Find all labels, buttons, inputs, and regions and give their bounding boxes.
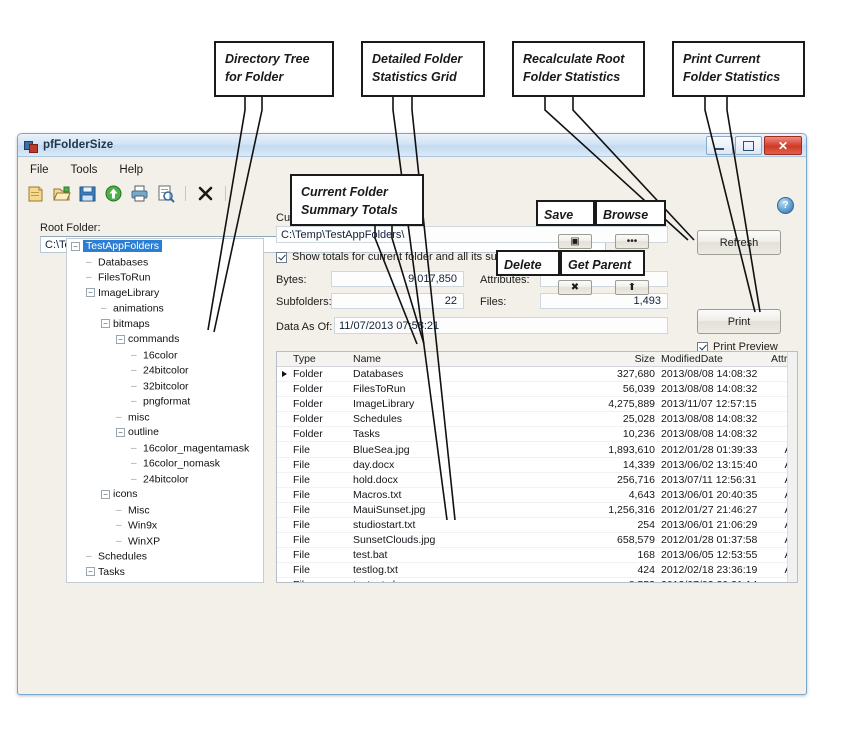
callout-line: Statistics Grid — [372, 70, 457, 85]
callout-line: Save — [544, 208, 574, 222]
callout-print-current: Print Current Folder Statistics — [672, 41, 805, 97]
callout-line: Print Current — [683, 52, 761, 66]
callout-directory-tree: Directory Tree for Folder — [214, 41, 334, 97]
callout-summary-totals: Current Folder Summary Totals — [290, 174, 424, 226]
callout-recalculate-root: Recalculate Root Folder Statistics — [512, 41, 645, 97]
callout-delete-button: Delete — [496, 250, 560, 276]
callout-line: Summary Totals — [301, 203, 398, 218]
callout-line: Current Folder — [301, 185, 388, 199]
callout-line: Folder Statistics — [683, 70, 781, 85]
callout-detailed-grid: Detailed Folder Statistics Grid — [361, 41, 485, 97]
callout-line: Directory Tree — [225, 52, 310, 66]
callout-leader-lines — [0, 0, 856, 730]
callout-line: Folder Statistics — [523, 70, 621, 85]
callout-line: Browse — [603, 208, 649, 222]
callout-line: Delete — [504, 258, 542, 272]
callout-get-parent-button: Get Parent — [560, 250, 645, 276]
callout-line: Recalculate Root — [523, 52, 625, 66]
callout-save-button: Save — [536, 200, 595, 226]
callout-line: Get Parent — [568, 258, 632, 272]
callout-browse-button: Browse — [595, 200, 666, 226]
callout-line: for Folder — [225, 70, 284, 85]
callout-line: Detailed Folder — [372, 52, 463, 66]
